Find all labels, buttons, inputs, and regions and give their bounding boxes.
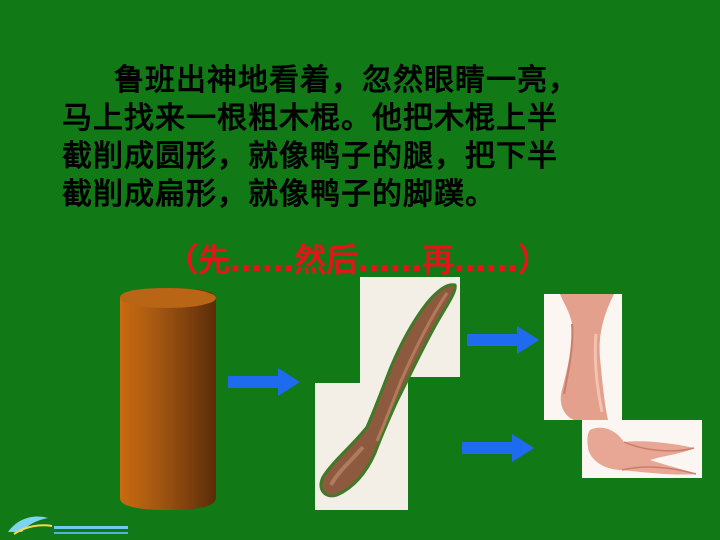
story-line-4: 截削成扁形，就像鸭子的脚蹼。 — [62, 177, 496, 212]
story-line-1: 鲁班出神地看着，忽然眼睛一亮， — [114, 63, 579, 98]
duck-leg-image — [544, 294, 622, 420]
right-arrow-icon — [462, 434, 534, 462]
right-arrow-icon — [228, 368, 300, 396]
story-line-3: 截削成圆形，就像鸭子的腿，把下半 — [62, 139, 558, 174]
story-line-2: 马上找来一根粗木棍。他把木棍上半 — [62, 101, 558, 136]
wooden-stick-image — [120, 288, 216, 510]
story-paragraph: 鲁班出神地看着，忽然眼睛一亮， 马上找来一根粗木棍。他把木棍上半 截削成圆形，就… — [62, 62, 662, 214]
carved-paddle-image — [315, 277, 460, 510]
duck-foot-image — [582, 420, 702, 478]
logo-icon — [8, 516, 128, 535]
sequence-hint: （先……然后……再……） — [166, 241, 551, 279]
right-arrow-icon — [467, 326, 539, 354]
